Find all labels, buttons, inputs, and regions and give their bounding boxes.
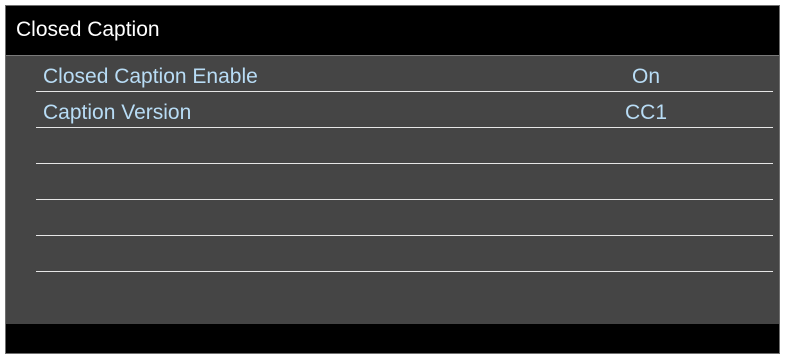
menu-item-value[interactable]: CC1 xyxy=(596,100,696,126)
menu-item-value[interactable]: On xyxy=(596,64,696,90)
closed-caption-menu: Closed Caption Closed Caption Enable On … xyxy=(5,5,780,354)
menu-footer xyxy=(6,324,779,353)
menu-body: Closed Caption Enable On Caption Version… xyxy=(6,55,779,324)
menu-item-label: Closed Caption Enable xyxy=(43,65,258,88)
empty-menu-row xyxy=(36,128,773,164)
menu-header: Closed Caption xyxy=(6,6,779,53)
menu-item-caption-version[interactable]: Caption Version CC1 xyxy=(36,92,773,128)
empty-menu-row xyxy=(36,236,773,272)
empty-menu-row xyxy=(36,200,773,236)
menu-item-closed-caption-enable[interactable]: Closed Caption Enable On xyxy=(36,56,773,92)
menu-title: Closed Caption xyxy=(16,18,160,41)
menu-item-label: Caption Version xyxy=(43,101,192,124)
empty-menu-row xyxy=(36,164,773,200)
